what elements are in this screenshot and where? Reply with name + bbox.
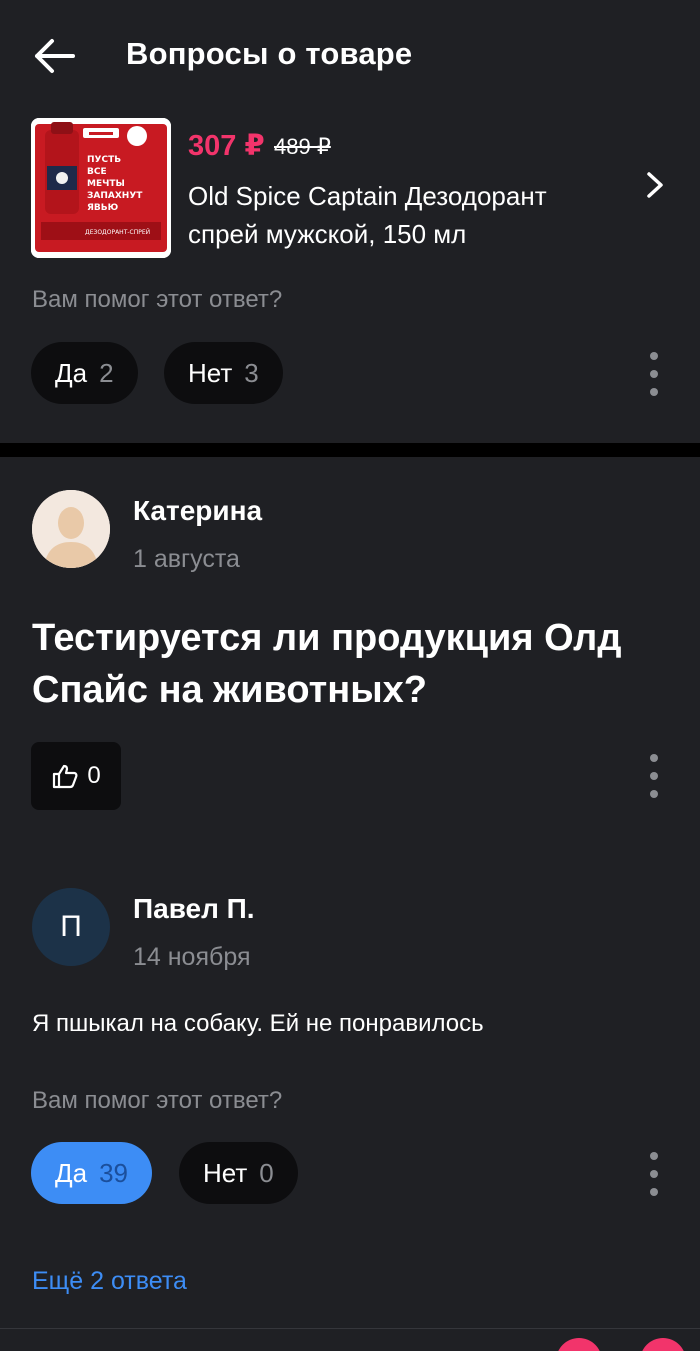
answer-text: Я пшыкал на собаку. Ей не понравилось <box>32 1010 484 1037</box>
question-author: Катерина <box>133 495 263 526</box>
yes-count: 39 <box>99 1157 128 1188</box>
yes-button[interactable]: Да 2 <box>31 342 138 404</box>
avatar <box>32 490 110 568</box>
no-count: 3 <box>244 357 259 388</box>
bottom-divider <box>0 1328 700 1329</box>
yes-count: 2 <box>99 357 114 388</box>
product-card[interactable]: ПУСТЬ ВСЕ МЕЧТЫ ЗАПАХНУТ ЯВЬЮ ДЕЗОДОРАНТ… <box>0 110 700 270</box>
answer-date: 14 ноября <box>133 943 251 971</box>
header: Вопросы о товаре <box>0 0 700 110</box>
avatar: П <box>32 888 110 966</box>
thumbs-up-icon <box>53 764 78 789</box>
yes-label: Да <box>55 1157 88 1188</box>
product-image-text: ПУСТЬ <box>87 155 121 165</box>
arrow-left-icon <box>35 39 75 73</box>
no-button[interactable]: Нет 0 <box>179 1142 298 1204</box>
badge-icon <box>556 1338 602 1351</box>
no-count: 0 <box>259 1157 274 1188</box>
yes-label: Да <box>55 357 88 388</box>
chevron-right-icon <box>647 172 663 198</box>
helpful-question: Вам помог этот ответ? <box>32 286 283 313</box>
product-image-text: МЕЧТЫ <box>87 179 125 189</box>
no-label: Нет <box>203 1157 248 1188</box>
helpful-question: Вам помог этот ответ? <box>32 1087 283 1114</box>
yes-button[interactable]: Да 39 <box>31 1142 152 1204</box>
section-divider <box>0 443 700 457</box>
like-count: 0 <box>87 762 101 789</box>
product-image-text: ЗАПАХНУТ <box>87 191 143 201</box>
more-options-icon[interactable] <box>644 1152 664 1196</box>
avatar-letter: П <box>60 910 82 943</box>
badge-icon <box>640 1338 686 1351</box>
product-image: ПУСТЬ ВСЕ МЕЧТЫ ЗАПАХНУТ ЯВЬЮ ДЕЗОДОРАНТ… <box>31 118 171 258</box>
more-answers-link[interactable]: Ещё 2 ответа <box>32 1267 187 1296</box>
answer-author: Павел П. <box>133 893 255 924</box>
no-button[interactable]: Нет 3 <box>164 342 283 404</box>
product-image-text: ЯВЬЮ <box>87 203 119 213</box>
product-price: 307 ₽ <box>188 130 265 162</box>
back-button[interactable] <box>30 32 78 80</box>
more-options-icon[interactable] <box>644 754 664 798</box>
question-text: Тестируется ли продукция Олд Спайс на жи… <box>32 617 622 711</box>
more-options-icon[interactable] <box>644 352 664 396</box>
no-label: Нет <box>188 357 233 388</box>
product-name: Old Spice Captain Дезодорант спрей мужск… <box>188 181 547 249</box>
like-button[interactable]: 0 <box>31 742 121 810</box>
user-silhouette-icon <box>32 490 110 568</box>
product-image-text: ДЕЗОДОРАНТ-СПРЕЙ <box>85 229 150 236</box>
question-date: 1 августа <box>133 545 240 573</box>
product-old-price: 489 ₽ <box>274 134 331 159</box>
product-image-text: ВСЕ <box>87 167 107 177</box>
page-title: Вопросы о товаре <box>126 36 413 71</box>
